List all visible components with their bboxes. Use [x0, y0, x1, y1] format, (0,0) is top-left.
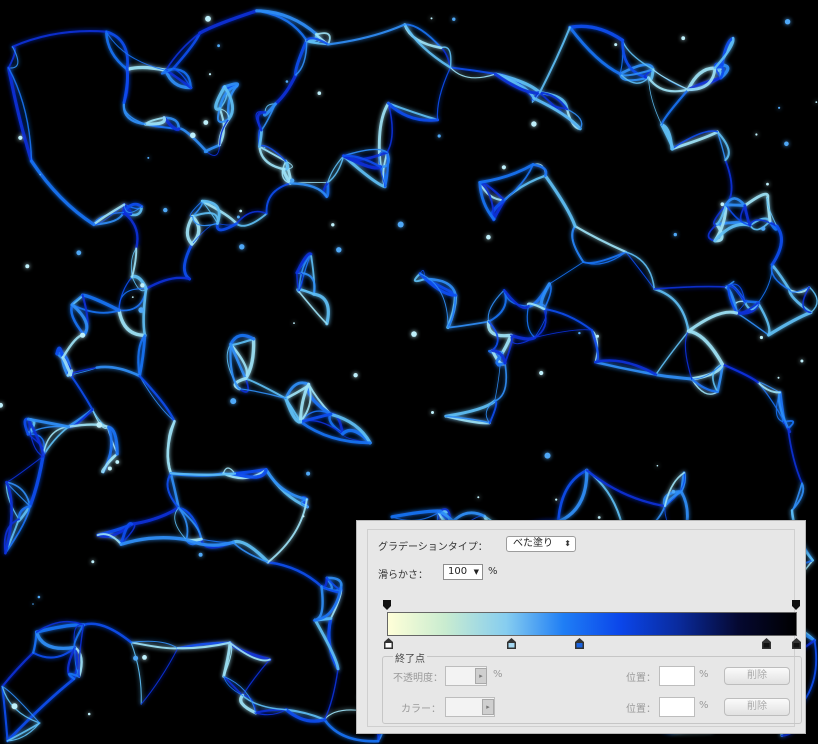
- stops-group-label: 終了点: [393, 650, 427, 665]
- opacity-label: 不透明度：: [393, 673, 443, 684]
- color-stop[interactable]: [762, 638, 771, 649]
- opacity-stop-left[interactable]: [383, 600, 391, 610]
- location-unit-opacity: %: [699, 669, 709, 680]
- delete-color-stop-button[interactable]: 削除: [724, 698, 790, 716]
- opacity-stop-icon: [792, 600, 800, 610]
- color-stop[interactable]: [792, 638, 801, 649]
- gradient-type-value: べた塗り: [513, 538, 553, 549]
- opacity-stop-icon: [383, 600, 391, 610]
- smoothness-value: 100: [448, 566, 468, 577]
- color-stop-icon: [507, 638, 516, 649]
- smoothness-unit: %: [488, 566, 498, 577]
- location-field-opacity[interactable]: [659, 666, 695, 686]
- color-stop[interactable]: [575, 638, 584, 649]
- location-field-color[interactable]: [659, 697, 695, 717]
- gradient-type-label: グラデーションタイプ：: [378, 542, 488, 553]
- color-stop-icon: [792, 638, 801, 649]
- dropdown-arrow-icon: ▼: [473, 568, 479, 576]
- color-stop[interactable]: [507, 638, 516, 649]
- delete-opacity-stop-button[interactable]: 削除: [724, 667, 790, 685]
- color-stop-icon: [384, 638, 393, 649]
- location-unit-color: %: [699, 700, 709, 711]
- location-label-opacity: 位置：: [626, 673, 656, 684]
- color-picker-arrow[interactable]: ▸: [482, 699, 494, 715]
- smoothness-field[interactable]: 100 ▼: [443, 564, 483, 580]
- opacity-unit: %: [493, 669, 503, 680]
- location-label-color: 位置：: [626, 704, 656, 715]
- gradient-editor-frame: グラデーションタイプ： べた塗り ⬍ 滑らかさ： 100 ▼ % 終了点 不透明…: [367, 529, 802, 727]
- color-stop[interactable]: [384, 638, 393, 649]
- color-stop-icon: [575, 638, 584, 649]
- gradient-preview-bar[interactable]: [387, 612, 797, 636]
- stops-group: 終了点 不透明度： ▸ % 位置： % 削除 カラー： ▸ 位置： % 削除: [382, 650, 802, 724]
- gradient-editor-panel: グラデーションタイプ： べた塗り ⬍ 滑らかさ： 100 ▼ % 終了点 不透明…: [356, 520, 806, 734]
- opacity-stop-right[interactable]: [792, 600, 800, 610]
- smoothness-label: 滑らかさ：: [378, 570, 428, 581]
- color-label: カラー：: [401, 704, 441, 715]
- color-stop-icon: [762, 638, 771, 649]
- select-arrows-icon: ⬍: [564, 539, 571, 548]
- gradient-type-select[interactable]: べた塗り ⬍: [506, 536, 576, 552]
- opacity-stepper[interactable]: ▸: [475, 668, 487, 684]
